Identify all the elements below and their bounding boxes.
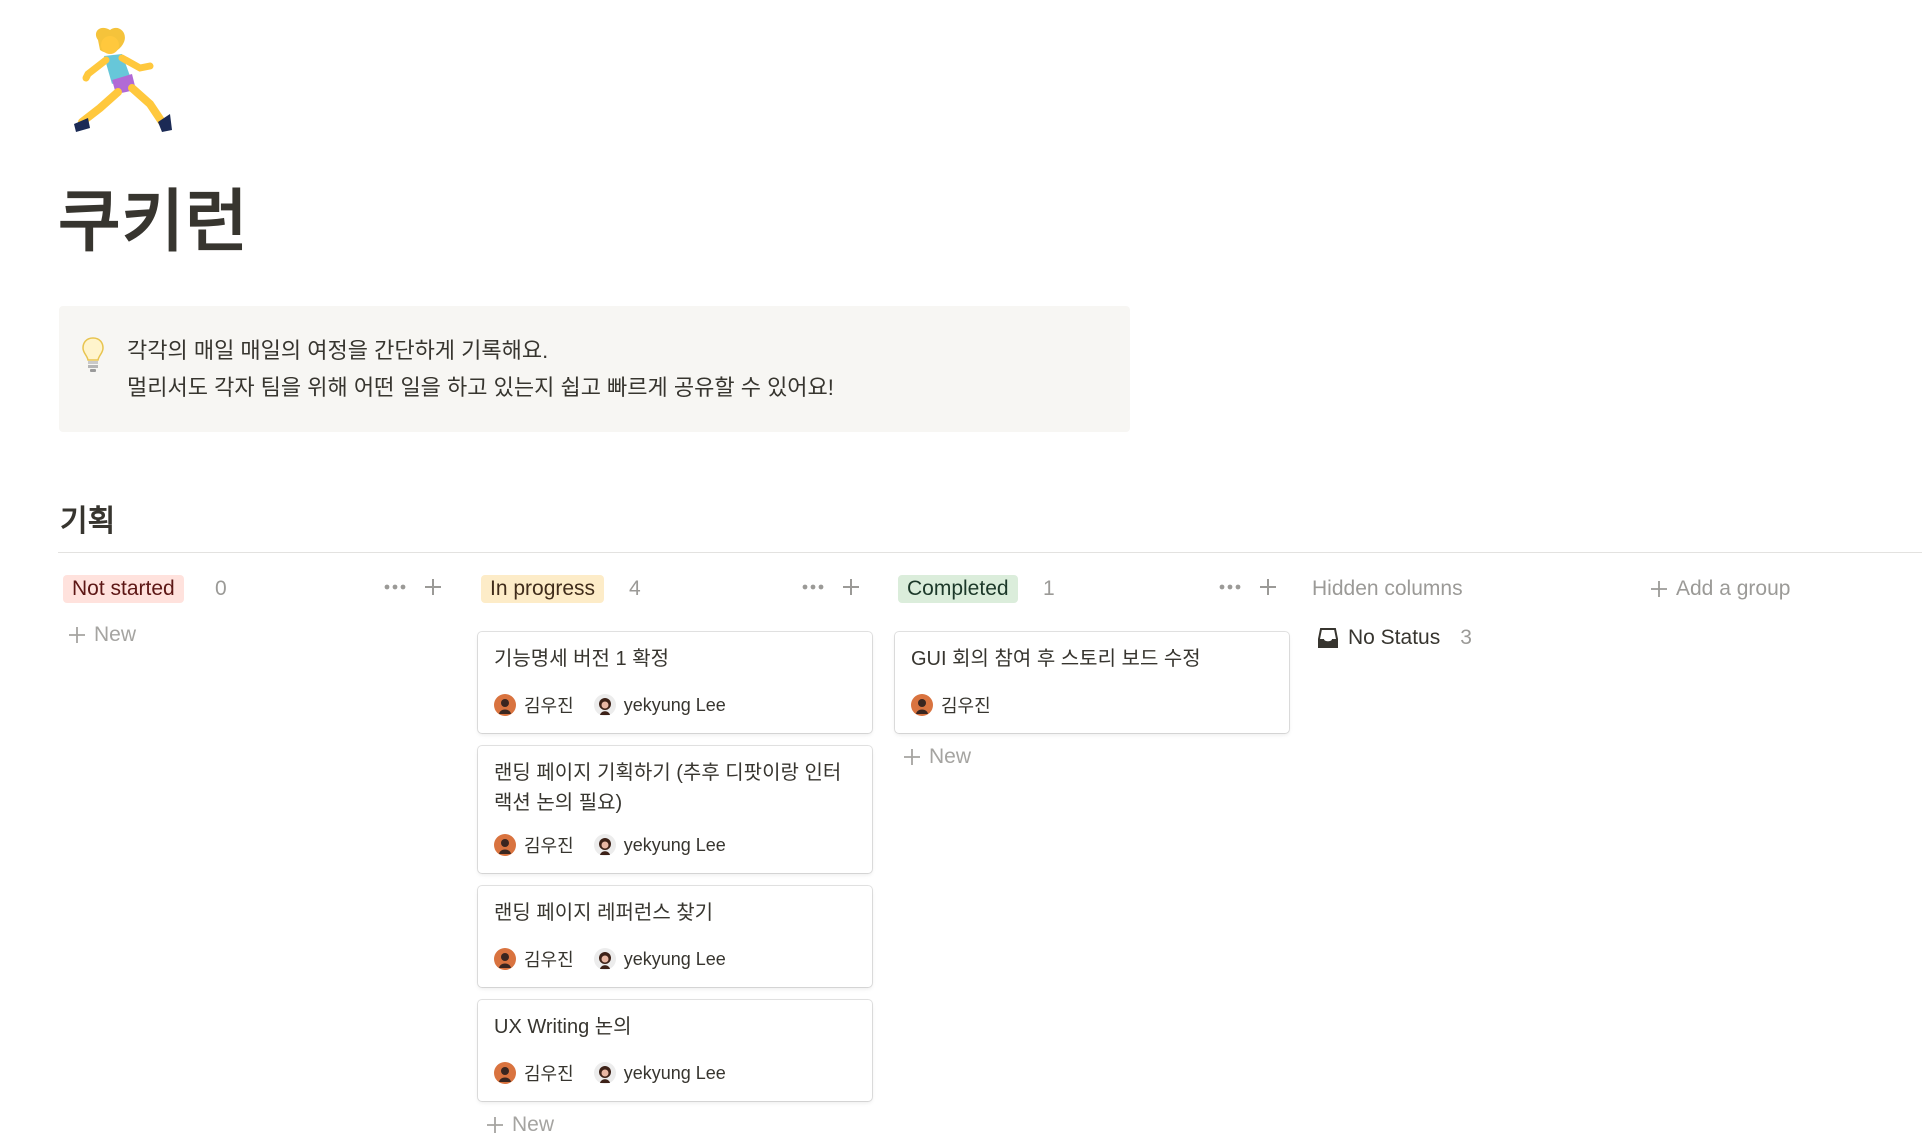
column-count: 4 bbox=[629, 577, 641, 600]
hidden-column-label: No Status bbox=[1348, 626, 1441, 649]
avatar-icon bbox=[494, 948, 516, 970]
more-options-icon[interactable] bbox=[798, 572, 828, 602]
avatar-icon bbox=[593, 694, 616, 716]
hidden-column-count: 3 bbox=[1460, 626, 1472, 649]
person-chip: yekyung Lee bbox=[593, 1062, 726, 1084]
person-name: 김우진 bbox=[524, 836, 574, 856]
hidden-columns-title: Hidden columns bbox=[1312, 577, 1463, 600]
card-people: 김우진 yekyung Lee bbox=[494, 692, 746, 718]
board-card[interactable]: GUI 회의 참여 후 스토리 보드 수정 김우진 bbox=[895, 632, 1289, 733]
add-icon[interactable] bbox=[1253, 572, 1283, 602]
plus-icon bbox=[487, 1117, 503, 1133]
person-name: yekyung Lee bbox=[623, 834, 726, 855]
status-pill[interactable]: In progress bbox=[481, 575, 605, 603]
avatar-icon bbox=[593, 948, 616, 970]
column-in-progress: In progress 4 기능명세 버전 1 확정 김우진 yekyung L… bbox=[478, 570, 874, 1136]
add-group-button[interactable]: Add a group bbox=[1650, 575, 1790, 603]
person-name: yekyung Lee bbox=[623, 948, 726, 969]
card-people: 김우진 yekyung Lee bbox=[494, 832, 746, 858]
person-chip: yekyung Lee bbox=[593, 948, 726, 970]
avatar-icon bbox=[593, 1062, 616, 1084]
add-icon[interactable] bbox=[418, 572, 448, 602]
status-pill[interactable]: Not started bbox=[63, 575, 184, 603]
person-name: 김우진 bbox=[524, 1064, 574, 1084]
avatar-icon bbox=[494, 1062, 516, 1084]
card-people: 김우진 yekyung Lee bbox=[494, 946, 746, 972]
column-count: 0 bbox=[215, 577, 227, 600]
card-people: 김우진 yekyung Lee bbox=[494, 1060, 746, 1086]
new-label: New bbox=[512, 1113, 555, 1136]
woman-running-emoji-icon bbox=[74, 27, 172, 132]
person-chip: 김우진 bbox=[494, 946, 574, 972]
add-icon[interactable] bbox=[836, 572, 866, 602]
board-card[interactable]: 기능명세 버전 1 확정 김우진 yekyung Lee bbox=[478, 632, 872, 733]
card-title: GUI 회의 참여 후 스토리 보드 수정 bbox=[911, 648, 1201, 670]
person-chip: yekyung Lee bbox=[593, 834, 726, 856]
person-name: 김우진 bbox=[524, 950, 574, 970]
person-chip: yekyung Lee bbox=[593, 694, 726, 716]
new-label: New bbox=[94, 623, 137, 646]
page-title[interactable]: 쿠키런 bbox=[58, 188, 249, 256]
column-header: Not started 0 bbox=[60, 570, 456, 606]
column-header: In progress 4 bbox=[478, 570, 874, 606]
person-name: yekyung Lee bbox=[623, 694, 726, 715]
column-count: 1 bbox=[1043, 577, 1055, 600]
new-card-button[interactable]: New bbox=[68, 623, 136, 647]
new-card-button[interactable]: New bbox=[486, 1113, 554, 1137]
new-card-button[interactable]: New bbox=[903, 745, 971, 769]
column-header: Completed 1 bbox=[895, 570, 1291, 606]
person-chip: 김우진 bbox=[494, 1060, 574, 1086]
new-label: New bbox=[929, 745, 972, 768]
avatar-icon bbox=[593, 834, 616, 856]
callout: 각각의 매일 매일의 여정을 간단하게 기록해요. 멀리서도 각자 팀을 위해 … bbox=[59, 306, 1130, 432]
plus-icon bbox=[1651, 581, 1667, 597]
board-card[interactable]: UX Writing 논의 김우진 yekyung Lee bbox=[478, 1000, 872, 1101]
callout-line-2: 멀리서도 각자 팀을 위해 어떤 일을 하고 있는지 쉽고 빠르게 공유할 수 … bbox=[127, 375, 834, 400]
board-divider bbox=[58, 552, 1922, 553]
avatar-icon bbox=[494, 834, 516, 856]
person-name: 김우진 bbox=[524, 696, 574, 716]
card-title: 기능명세 버전 1 확정 bbox=[494, 648, 669, 670]
callout-text: 각각의 매일 매일의 여정을 간단하게 기록해요. 멀리서도 각자 팀을 위해 … bbox=[127, 332, 834, 406]
avatar-icon bbox=[494, 694, 516, 716]
person-name: 김우진 bbox=[941, 696, 991, 716]
board-card[interactable]: 랜딩 페이지 기획하기 (추후 디팟이랑 인터랙션 논의 필요) 김우진 yek… bbox=[478, 746, 872, 873]
more-options-icon[interactable] bbox=[1215, 572, 1245, 602]
column-not-started: Not started 0 New bbox=[60, 570, 456, 646]
more-options-icon[interactable] bbox=[380, 572, 410, 602]
hidden-column-no-status[interactable]: No Status 3 bbox=[1318, 626, 1472, 650]
plus-icon bbox=[904, 749, 920, 765]
card-title: 랜딩 페이지 레퍼런스 찾기 bbox=[494, 902, 714, 924]
board-card[interactable]: 랜딩 페이지 레퍼런스 찾기 김우진 yekyung Lee bbox=[478, 886, 872, 987]
card-title: 랜딩 페이지 기획하기 (추후 디팟이랑 인터랙션 논의 필요) bbox=[494, 762, 842, 814]
person-name: yekyung Lee bbox=[623, 1062, 726, 1083]
card-title: UX Writing 논의 bbox=[494, 1016, 632, 1038]
board-title[interactable]: 기획 bbox=[60, 496, 115, 540]
avatar-icon bbox=[911, 694, 933, 716]
person-chip: 김우진 bbox=[494, 692, 574, 718]
person-chip: 김우진 bbox=[494, 832, 574, 858]
column-completed: Completed 1 GUI 회의 참여 후 스토리 보드 수정 김우진 Ne… bbox=[895, 570, 1291, 768]
lightbulb-icon[interactable] bbox=[82, 336, 104, 376]
person-chip: 김우진 bbox=[911, 692, 991, 718]
add-group-label: Add a group bbox=[1676, 577, 1791, 600]
status-pill[interactable]: Completed bbox=[898, 575, 1018, 603]
callout-line-1: 각각의 매일 매일의 여정을 간단하게 기록해요. bbox=[127, 338, 549, 363]
inbox-icon bbox=[1318, 628, 1338, 648]
page-icon[interactable] bbox=[70, 26, 180, 141]
plus-icon bbox=[69, 627, 85, 643]
card-people: 김우진 bbox=[911, 692, 1011, 718]
